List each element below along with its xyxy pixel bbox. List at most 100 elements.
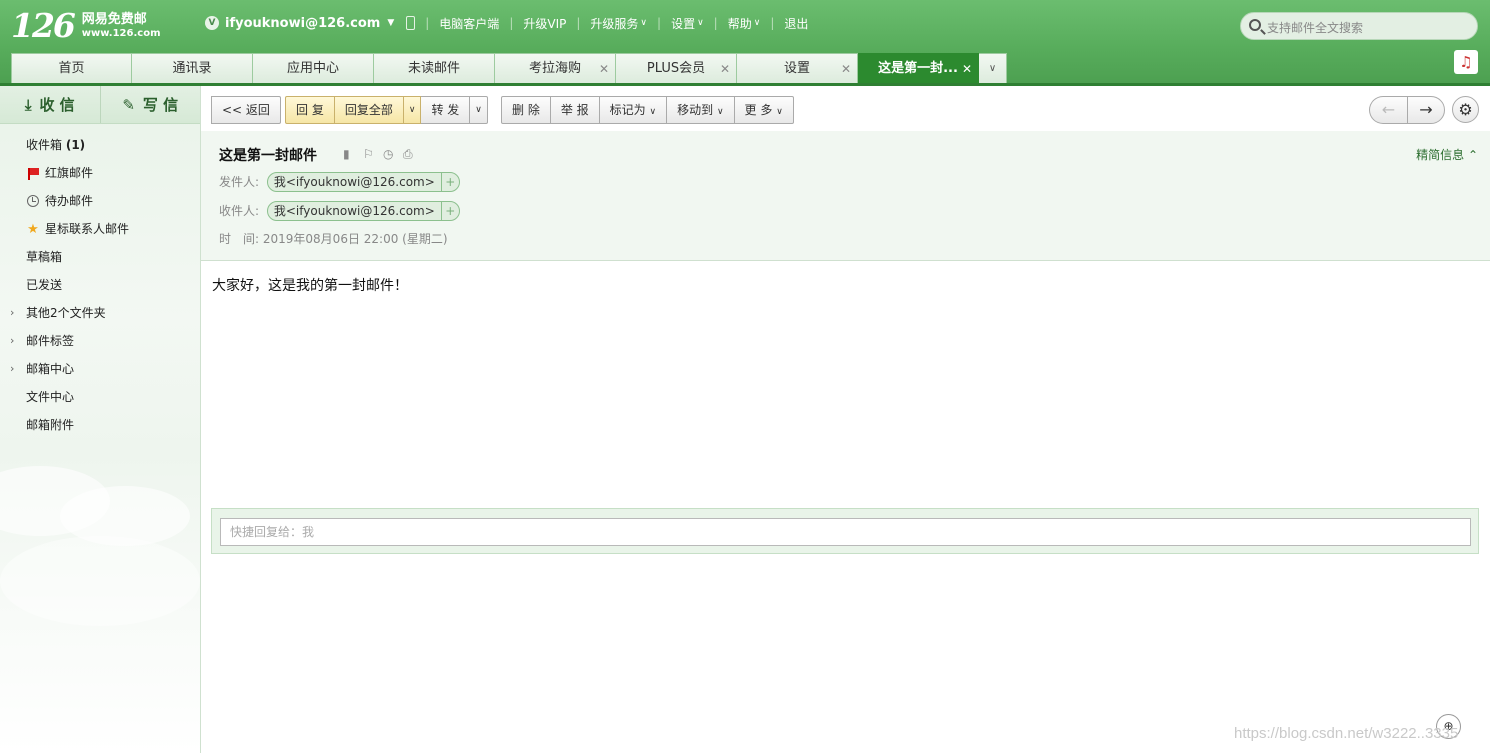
chevron-right-icon[interactable]: ›: [10, 299, 14, 327]
nav-upgrade-vip[interactable]: 升级VIP: [523, 15, 566, 32]
star-icon: ★: [27, 222, 39, 237]
folder-inbox[interactable]: 收件箱 (1): [0, 131, 200, 159]
app-header: 126 网易免费邮 www.126.com V ifyouknowi@126.c…: [0, 0, 1490, 86]
forward-button[interactable]: 转 发: [421, 96, 471, 124]
chevron-down-icon: ∨: [753, 18, 761, 28]
folder-file-center[interactable]: 文件中心: [0, 383, 200, 411]
chevron-down-icon[interactable]: ▼: [387, 18, 394, 28]
unread-count: (1): [65, 138, 86, 152]
chevron-down-icon: ∨: [649, 107, 657, 117]
edit-icon: ✎: [122, 95, 135, 114]
reply-button[interactable]: 回 复: [285, 96, 335, 124]
close-icon[interactable]: ✕: [841, 54, 851, 84]
chevron-down-icon: ∨: [640, 18, 648, 28]
account-name[interactable]: ifyouknowi@126.com: [225, 16, 380, 31]
prev-mail-arrow-icon[interactable]: ←: [1369, 96, 1407, 124]
folder-starred-contacts[interactable]: ★ 星标联系人邮件: [0, 215, 200, 243]
mail-subject: 这是第一封邮件: [219, 148, 317, 164]
from-row: 发件人: 我<ifyouknowi@126.com> +: [219, 172, 460, 192]
download-icon: ⤓: [24, 95, 32, 114]
flag-icon[interactable]: ⚐: [363, 148, 375, 160]
time-row: 时 间: 2019年08月06日 22:00 (星期二): [219, 229, 448, 249]
quick-reply-panel: 快捷回复给：我: [211, 508, 1479, 554]
move-to-button[interactable]: 移动到 ∨: [667, 96, 735, 124]
simple-info-toggle[interactable]: 精简信息 ⌃: [1416, 146, 1478, 163]
to-label: 收件人:: [219, 204, 260, 218]
nav-upgrade-service[interactable]: 升级服务: [590, 15, 638, 32]
folder-todo[interactable]: 待办邮件: [0, 187, 200, 215]
mobile-phone-icon[interactable]: [406, 16, 416, 30]
more-button[interactable]: 更 多 ∨: [734, 96, 794, 124]
top-nav: V ifyouknowi@126.com ▼ | 电脑客户端 | 升级VIP |…: [205, 14, 808, 32]
vip-badge-icon: V: [205, 16, 219, 30]
add-contact-icon[interactable]: +: [440, 202, 459, 220]
search-placeholder: 支持邮件全文搜索: [1267, 21, 1364, 35]
close-icon[interactable]: ✕: [720, 54, 730, 84]
sidebar: ⤓ 收 信 ✎ 写 信 收件箱 (1) 红旗邮件 待办邮件 ★ 星标联系人邮件 草稿箱…: [0, 86, 201, 753]
folder-attachments[interactable]: 邮箱附件: [0, 411, 200, 439]
mark-as-button[interactable]: 标记为 ∨: [599, 96, 668, 124]
mail-nav-group: ← →: [1369, 96, 1445, 124]
folder-sent[interactable]: 已发送: [0, 271, 200, 299]
compose-button[interactable]: ✎ 写 信: [101, 86, 201, 123]
toolbar-actions-group: 删 除 举 报 标记为 ∨ 移动到 ∨ 更 多 ∨: [501, 96, 794, 124]
nav-settings[interactable]: 设置: [671, 15, 695, 32]
search-input[interactable]: 支持邮件全文搜索: [1240, 12, 1478, 40]
logo[interactable]: 126 网易免费邮 www.126.com: [11, 9, 160, 43]
close-icon[interactable]: ✕: [599, 54, 609, 84]
print-icon[interactable]: ⎙: [403, 148, 415, 160]
logo-url: www.126.com: [81, 28, 161, 39]
nav-logout[interactable]: 退出: [784, 15, 808, 32]
tab-contacts[interactable]: 通讯录: [132, 53, 253, 84]
clock-icon: [27, 195, 39, 207]
red-flag-icon: [27, 168, 39, 180]
reply-all-button[interactable]: 回复全部: [334, 96, 404, 124]
time-label: 时 间:: [219, 232, 260, 246]
recipient-chip[interactable]: 我<ifyouknowi@126.com> +: [266, 201, 460, 221]
from-label: 发件人:: [219, 175, 260, 189]
folder-list: 收件箱 (1) 红旗邮件 待办邮件 ★ 星标联系人邮件 草稿箱 已发送 › 其他2个…: [0, 124, 200, 439]
folder-tags[interactable]: › 邮件标签: [0, 327, 200, 355]
back-button[interactable]: << 返回: [211, 96, 281, 124]
folder-other[interactable]: › 其他2个文件夹: [0, 299, 200, 327]
close-icon[interactable]: ✕: [962, 54, 972, 84]
report-button[interactable]: 举 报: [550, 96, 600, 124]
nav-help[interactable]: 帮助: [728, 15, 752, 32]
sender-chip[interactable]: 我<ifyouknowi@126.com> +: [266, 172, 460, 192]
logo-title: 网易免费邮: [81, 12, 147, 27]
mail-header: 这是第一封邮件 ▮ ⚐ ◷ ⎙ 精简信息 ⌃ 发件人: 我<ifyouknowi…: [201, 131, 1490, 261]
tab-bar: 首页 通讯录 应用中心 未读邮件 考拉海购 ✕ PLUS会员 ✕ 设置 ✕ 这是第一封…: [11, 53, 1007, 84]
chevron-right-icon[interactable]: ›: [10, 355, 14, 383]
tab-more-chevron-icon[interactable]: ∨: [979, 53, 1007, 84]
forward-dropdown-chevron-icon[interactable]: ∨: [470, 96, 488, 124]
delete-button[interactable]: 删 除: [501, 96, 551, 124]
tab-unread[interactable]: 未读邮件: [374, 53, 495, 84]
to-row: 收件人: 我<ifyouknowi@126.com> +: [219, 201, 460, 221]
chevron-down-icon: ∨: [776, 107, 783, 117]
bookmark-icon[interactable]: ▮: [343, 148, 355, 160]
watermark: https://blog.csdn.net/w3222..3335: [1234, 725, 1459, 742]
receive-button[interactable]: ⤓ 收 信: [0, 86, 101, 123]
quick-reply-input[interactable]: 快捷回复给：我: [220, 518, 1471, 546]
music-icon[interactable]: ♫: [1454, 50, 1478, 74]
folder-drafts[interactable]: 草稿箱: [0, 243, 200, 271]
add-contact-icon[interactable]: +: [440, 173, 459, 191]
nav-desktop-client[interactable]: 电脑客户端: [439, 15, 499, 32]
chevron-up-icon: ⌃: [1467, 148, 1478, 162]
toolbar-back-group: << 返回: [211, 96, 281, 124]
folder-red-flag[interactable]: 红旗邮件: [0, 159, 200, 187]
gear-icon[interactable]: ⚙: [1452, 96, 1479, 123]
reply-dropdown-chevron-icon[interactable]: ∨: [403, 96, 422, 124]
clock-icon[interactable]: ◷: [383, 148, 395, 160]
tab-current-mail[interactable]: 这是第一封... ✕: [858, 53, 979, 84]
tab-kaola[interactable]: 考拉海购 ✕: [495, 53, 616, 84]
folder-mail-center[interactable]: › 邮箱中心: [0, 355, 200, 383]
tab-home[interactable]: 首页: [11, 53, 132, 84]
chevron-right-icon[interactable]: ›: [10, 327, 14, 355]
search-icon: [1249, 19, 1261, 31]
tab-plus-member[interactable]: PLUS会员 ✕: [616, 53, 737, 84]
tab-settings[interactable]: 设置 ✕: [737, 53, 858, 84]
tab-app-center[interactable]: 应用中心: [253, 53, 374, 84]
next-mail-arrow-icon[interactable]: →: [1407, 96, 1445, 124]
chevron-down-icon: ∨: [716, 107, 724, 117]
